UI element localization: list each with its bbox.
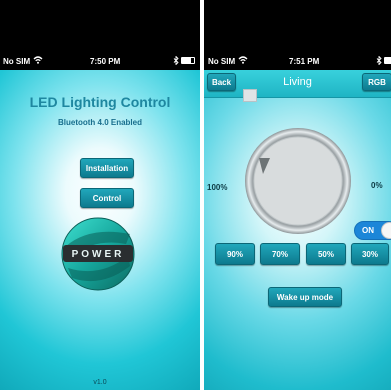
status-time: 7:50 PM [90,57,121,66]
bluetooth-icon [376,56,382,65]
top-bezel [0,0,200,52]
wifi-icon [33,56,43,64]
version-label: v1.0 [93,379,107,386]
control-button[interactable]: Control [80,188,134,208]
app-title: LED Lighting Control [29,94,171,110]
dial-min-label: 0% [371,181,383,190]
bluetooth-icon [173,56,179,65]
dial-max-label: 100% [207,183,228,192]
logo-text: POWER [71,249,125,260]
toggle-knob [381,222,391,239]
preset-90-button[interactable]: 90% [215,243,255,265]
carrier-label: No SIM [208,57,236,66]
dimmer-dial[interactable] [244,127,352,235]
carrier-label: No SIM [3,57,31,66]
power-toggle[interactable]: ON [354,221,391,240]
preset-70-button[interactable]: 70% [260,243,300,265]
phone-right: No SIM 7:51 PM Back Living RGB 100% 0% O… [204,0,391,390]
color-swatch[interactable] [243,89,257,102]
battery-icon [384,57,391,64]
rgb-button[interactable]: RGB [362,73,391,91]
battery-icon [181,57,195,64]
preset-30-button[interactable]: 30% [351,243,389,265]
preset-50-button[interactable]: 50% [306,243,346,265]
installation-button[interactable]: Installation [80,158,134,178]
status-bar: No SIM 7:51 PM [204,52,391,70]
status-bar: No SIM 7:50 PM [0,52,200,70]
wake-up-mode-button[interactable]: Wake up mode [268,287,342,307]
status-time: 7:51 PM [289,57,320,66]
app-subtitle: Bluetooth 4.0 Enabled [57,118,142,127]
top-bezel [204,0,391,52]
phone-left: No SIM 7:50 PM LED Lighting Control Blue… [0,0,200,390]
wifi-icon [238,56,248,64]
toggle-label: ON [362,226,374,235]
